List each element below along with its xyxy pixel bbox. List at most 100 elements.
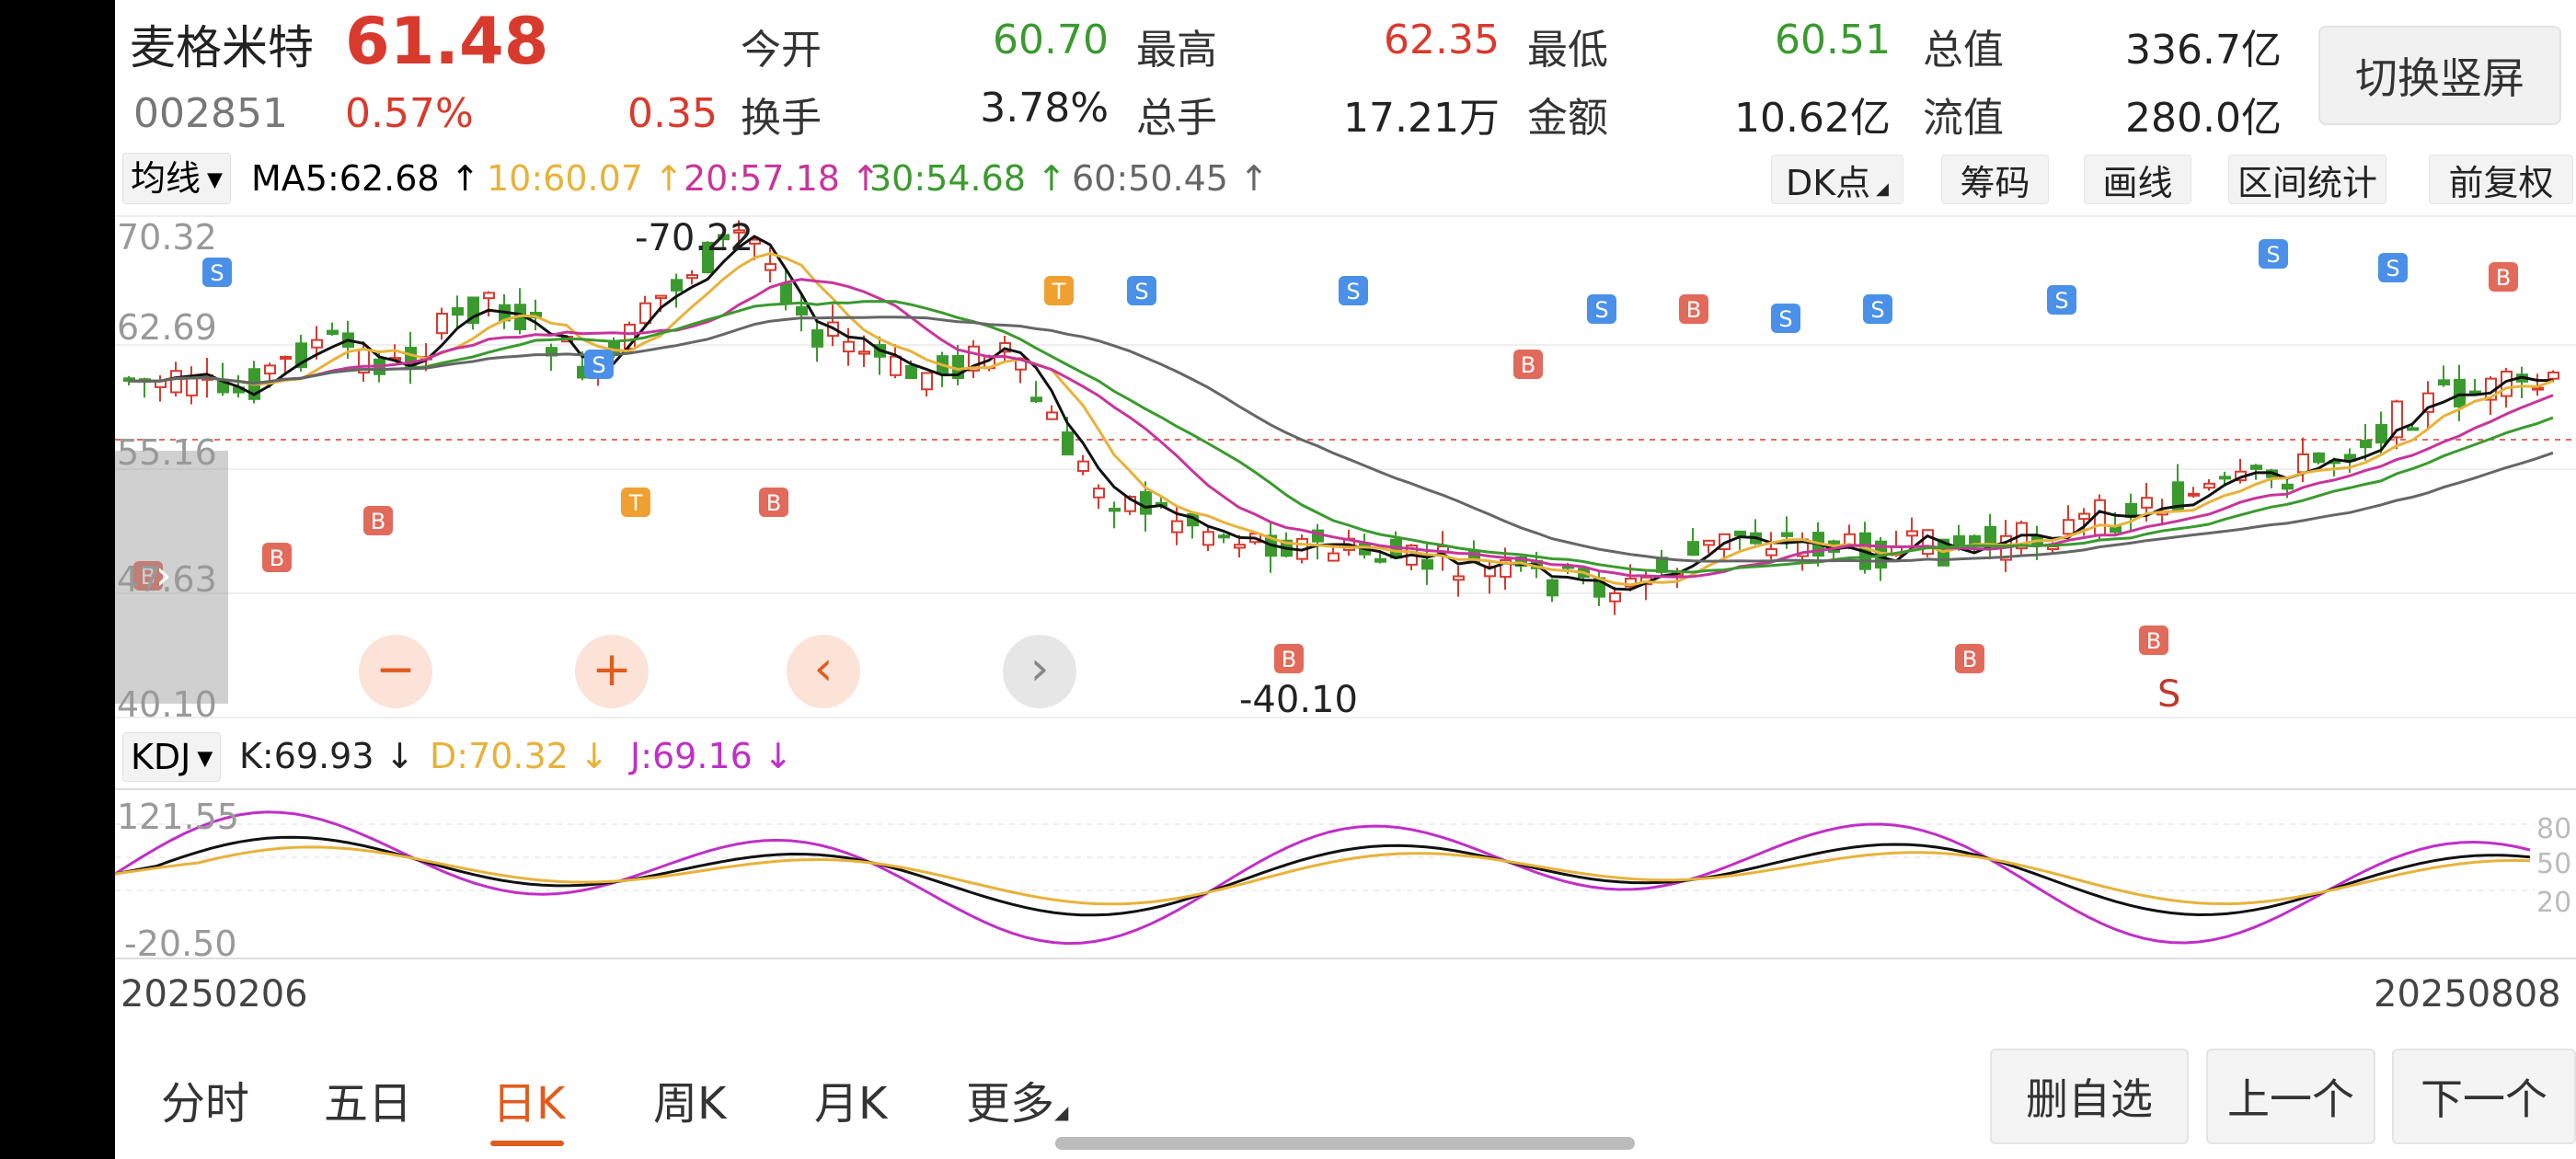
candle-body <box>811 329 823 348</box>
chevron-left-icon[interactable]: ‹ <box>787 635 860 708</box>
signal-marker-text: S <box>2054 288 2068 314</box>
tab-five-day[interactable]: 五日 <box>324 1067 412 1131</box>
candle-body <box>280 356 292 361</box>
candle-body <box>1781 532 1793 537</box>
kdj-y-bottom: -20.50 <box>124 924 237 964</box>
candle-body <box>452 307 464 316</box>
home-indicator[interactable] <box>1055 1137 1635 1150</box>
signal-marker-text: T <box>1052 279 1066 304</box>
ma30-value: 30:54.68 ↑ <box>869 158 1066 199</box>
change-percent: 0.57% <box>345 90 474 137</box>
previous-stock-button[interactable]: 上一个 <box>2206 1049 2375 1144</box>
kdj-line <box>115 810 2531 946</box>
candle-body <box>2360 440 2372 449</box>
signal-marker-text: S <box>1870 297 1884 323</box>
candle-body <box>1765 547 1777 557</box>
field-volume-label: 总手 <box>1136 95 1217 142</box>
kdj-level-20: 20 <box>2536 887 2572 919</box>
candle-body <box>2547 371 2559 380</box>
minus-icon[interactable]: − <box>359 635 432 708</box>
kdj-line <box>115 835 2531 917</box>
signal-marker-text: B <box>1686 297 1701 323</box>
field-float-value-label: 流值 <box>1923 95 2004 142</box>
candle-body <box>858 350 870 355</box>
candle-body <box>1234 544 1246 549</box>
candle-body <box>2313 452 2325 464</box>
chips-button[interactable]: 筹码 <box>1941 155 2049 204</box>
candle-body <box>1030 396 1042 403</box>
kdj-chart[interactable] <box>115 787 2576 960</box>
low-marker: -40.10 <box>1239 679 1358 721</box>
candle-body <box>1609 592 1621 602</box>
candle-body <box>2454 378 2466 407</box>
field-amount-value: 10.62亿 <box>1734 95 1891 142</box>
candle-body <box>311 339 323 349</box>
ma-line <box>128 278 2554 579</box>
candle-body <box>1374 557 1386 563</box>
ma10-value: 10:60.07 ↑ <box>487 158 684 199</box>
ma60-value: 60:50.45 ↑ <box>1072 158 1269 199</box>
change-amount: 0.35 <box>627 90 718 137</box>
ma-selector[interactable]: 均线 ▼ <box>122 153 231 204</box>
candle-body <box>2438 379 2450 385</box>
tab-weekly-k[interactable]: 周K <box>653 1067 726 1131</box>
chevron-right-nav-icon[interactable]: › <box>1003 635 1076 708</box>
tab-intraday[interactable]: 分时 <box>161 1067 249 1131</box>
signal-marker-text: S <box>1134 279 1148 304</box>
signal-marker-text: S <box>1346 279 1360 304</box>
candle-body <box>1547 579 1558 597</box>
kdj-d-value: D:70.32 ↓ <box>430 736 609 776</box>
signal-marker-text: B <box>766 490 781 516</box>
signal-marker-text: S <box>210 260 224 286</box>
kdj-selector[interactable]: KDJ ▼ <box>122 732 222 782</box>
date-start: 20250206 <box>121 973 308 1016</box>
corner-arrow-icon: ◢ <box>1054 1101 1069 1123</box>
next-stock-button[interactable]: 下一个 <box>2392 1049 2576 1144</box>
y-label-bottom: 40.10 <box>117 684 217 725</box>
candle-body <box>890 355 902 376</box>
signal-marker-text: B <box>371 509 385 534</box>
field-total-value-label: 总值 <box>1923 27 2004 74</box>
candle-body <box>436 312 448 335</box>
remove-favorite-button[interactable]: 删自选 <box>1990 1049 2189 1144</box>
field-amount-label: 金额 <box>1527 95 1608 142</box>
candle-body <box>2094 499 2106 536</box>
candle-body <box>2078 512 2090 521</box>
candle-body <box>671 279 683 292</box>
signal-marker-text: B <box>270 545 284 571</box>
dropdown-icon: ▼ <box>201 168 223 192</box>
stock-code: 002851 <box>133 90 288 137</box>
signal-marker-text: S <box>2386 256 2399 281</box>
range-stats-button[interactable]: 区间统计 <box>2228 155 2386 204</box>
signal-marker-text: B <box>1962 647 1977 672</box>
candle-body <box>1328 552 1340 562</box>
field-open-label: 今开 <box>741 27 822 74</box>
candle-body <box>2407 427 2419 431</box>
tab-more-label: 更多 <box>966 1078 1055 1130</box>
tab-more[interactable]: 更多◢ <box>966 1067 1068 1131</box>
candle-body <box>921 372 933 391</box>
dk-point-button[interactable]: DK点 ◢ <box>1771 155 1903 204</box>
candle-body <box>2282 483 2294 490</box>
signal-marker-text: S <box>592 352 605 378</box>
candle-body <box>796 305 808 316</box>
y-label-top: 70.32 <box>117 217 217 258</box>
date-end: 20250808 <box>2374 973 2561 1016</box>
tab-daily-k[interactable]: 日K <box>492 1067 565 1131</box>
signal-marker-text: B <box>1521 352 1535 378</box>
ma-line <box>128 300 2554 574</box>
candle-body <box>1922 529 1934 556</box>
kdj-j-value: J:69.16 ↓ <box>630 736 793 776</box>
candle-body <box>2188 492 2200 497</box>
forward-adjust-button[interactable]: 前复权 <box>2429 155 2573 204</box>
candle-body <box>1202 531 1214 546</box>
candle-body <box>1734 530 1746 537</box>
draw-line-button[interactable]: 画线 <box>2084 155 2191 204</box>
ma-selector-label: 均线 <box>131 158 201 199</box>
kdj-level-50: 50 <box>2536 848 2572 880</box>
candle-body <box>2532 386 2544 391</box>
switch-portrait-button[interactable]: 切换竖屏 <box>2318 26 2561 125</box>
tab-monthly-k[interactable]: 月K <box>814 1067 887 1131</box>
kline-chart[interactable]: BSBBST BT SBSBS B S SBSBSS B <box>115 212 2576 723</box>
plus-icon[interactable]: + <box>575 635 649 708</box>
